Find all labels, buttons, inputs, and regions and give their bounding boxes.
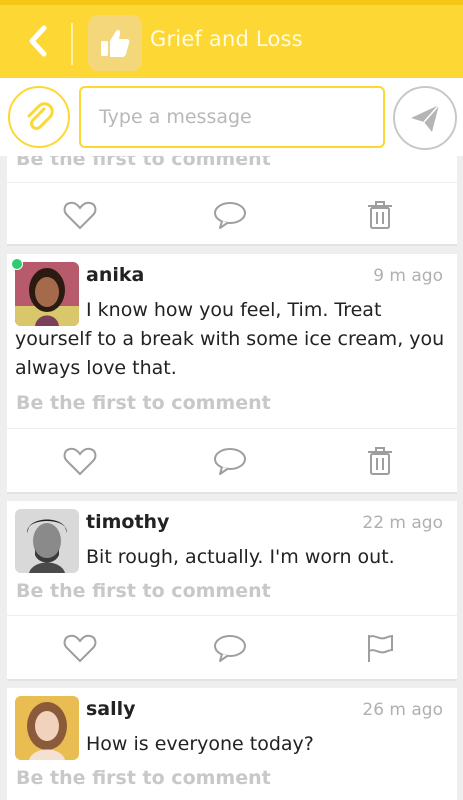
username[interactable]: timothy bbox=[86, 511, 169, 533]
timestamp: 9 m ago bbox=[373, 266, 443, 286]
first-comment-link[interactable]: Be the first to comment bbox=[16, 156, 271, 170]
post-actions bbox=[7, 428, 457, 490]
comment-button[interactable] bbox=[210, 195, 250, 235]
comment-button[interactable] bbox=[210, 628, 250, 668]
like-button[interactable] bbox=[60, 628, 100, 668]
heart-icon bbox=[63, 201, 97, 230]
first-comment-link[interactable]: Be the first to comment bbox=[16, 767, 271, 789]
post-card: sally 26 m ago How is everyone today? Be… bbox=[7, 688, 457, 800]
username[interactable]: sally bbox=[86, 698, 136, 720]
heart-icon bbox=[63, 634, 97, 663]
attach-button[interactable] bbox=[8, 86, 70, 148]
post-text: Bit rough, actually. I'm worn out. bbox=[86, 546, 395, 568]
paperclip-icon bbox=[27, 102, 54, 130]
timestamp: 26 m ago bbox=[362, 700, 443, 720]
message-input[interactable] bbox=[79, 86, 385, 148]
post-text: How is everyone today? bbox=[86, 733, 314, 755]
back-button[interactable] bbox=[20, 21, 56, 61]
like-button[interactable] bbox=[60, 195, 100, 235]
trash-icon bbox=[368, 447, 392, 475]
online-indicator bbox=[11, 258, 23, 270]
delete-button[interactable] bbox=[360, 441, 400, 481]
report-button[interactable] bbox=[360, 628, 400, 668]
like-button[interactable] bbox=[60, 441, 100, 481]
comment-icon bbox=[214, 202, 246, 229]
trash-icon bbox=[368, 201, 392, 229]
message-composer bbox=[0, 78, 463, 156]
first-comment-link[interactable]: Be the first to comment bbox=[16, 392, 271, 414]
comment-icon bbox=[214, 448, 246, 475]
paper-plane-icon bbox=[411, 104, 440, 132]
top-bar: Grief and Loss bbox=[0, 0, 463, 78]
post-card: anika 9 m ago I know how you feel, Tim. … bbox=[7, 254, 457, 494]
group-title: Grief and Loss bbox=[150, 27, 303, 51]
send-button[interactable] bbox=[393, 86, 457, 150]
thumbs-up-icon bbox=[101, 30, 130, 57]
post-text: I know how you feel, Tim. Treat yourself… bbox=[15, 299, 445, 379]
comment-icon bbox=[214, 635, 246, 662]
delete-button[interactable] bbox=[360, 195, 400, 235]
timestamp: 22 m ago bbox=[362, 513, 443, 533]
post-actions bbox=[7, 615, 457, 677]
header-divider bbox=[71, 23, 73, 65]
group-avatar[interactable] bbox=[88, 15, 142, 71]
post-actions bbox=[7, 182, 457, 244]
heart-icon bbox=[63, 447, 97, 476]
comment-button[interactable] bbox=[210, 441, 250, 481]
flag-icon bbox=[368, 634, 393, 662]
post-feed[interactable]: Be the first to comment anika 9 m ago I … bbox=[0, 156, 463, 800]
chevron-left-icon bbox=[29, 25, 47, 57]
post-card: Be the first to comment bbox=[7, 156, 457, 246]
username[interactable]: anika bbox=[86, 264, 144, 286]
post-card: timothy 22 m ago Bit rough, actually. I'… bbox=[7, 501, 457, 681]
first-comment-link[interactable]: Be the first to comment bbox=[16, 580, 271, 602]
